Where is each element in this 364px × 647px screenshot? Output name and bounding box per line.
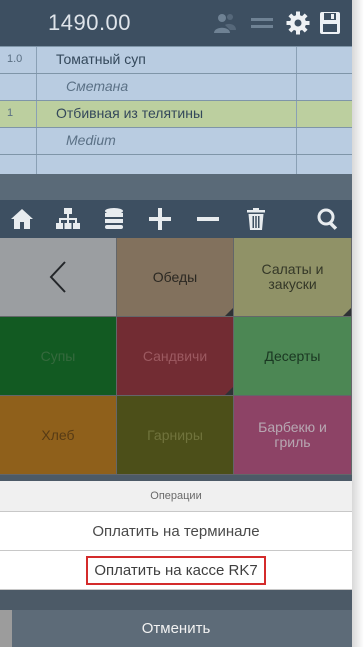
edge-shade [0,610,12,647]
gear-icon[interactable] [286,10,310,36]
order-row-dish[interactable]: 1 Отбивная из телятины [0,100,352,127]
users-icon[interactable] [213,10,237,36]
header-bar: 1490.00 [0,0,352,46]
order-row-dish[interactable]: 1.0 Томатный суп [0,46,352,73]
order-row-modifier[interactable]: Сметана [0,73,352,100]
pay-terminal-button[interactable]: Оплатить на терминале [0,512,352,551]
hierarchy-icon[interactable] [56,207,80,231]
order-empty-row [0,154,352,174]
trash-icon[interactable] [244,207,268,231]
order-total: 1490.00 [48,10,132,35]
plus-icon[interactable] [148,207,172,231]
order-row-modifier[interactable]: Medium [0,127,352,154]
database-icon[interactable] [102,207,126,231]
modifier-name: Сметана [66,78,129,94]
pay-cashier-label: Оплатить на кассе RK7 [86,555,266,585]
toolbar [0,200,352,238]
row-name: Томатный суп [56,51,146,67]
row-qty: 1.0 [7,53,23,65]
home-icon[interactable] [10,207,34,231]
operations-sheet: Операции Оплатить на терминале Оплатить … [0,481,352,590]
cancel-button[interactable]: Отменить [0,610,352,647]
modifier-name: Medium [66,132,116,148]
pos-app: 1490.00 1.0 Томатный суп Сметана 1 Отбив… [0,0,352,647]
sheet-title: Операции [0,481,352,512]
row-name: Отбивная из телятины [56,105,204,121]
screen-edge [352,0,364,647]
order-list: 1.0 Томатный суп Сметана 1 Отбивная из т… [0,46,352,174]
save-icon[interactable] [319,10,341,36]
pay-cashier-button[interactable]: Оплатить на кассе RK7 [0,551,352,590]
minus-icon[interactable] [196,207,220,231]
search-icon[interactable] [316,207,340,231]
menu-icon[interactable] [251,10,273,36]
row-qty: 1 [7,107,14,119]
